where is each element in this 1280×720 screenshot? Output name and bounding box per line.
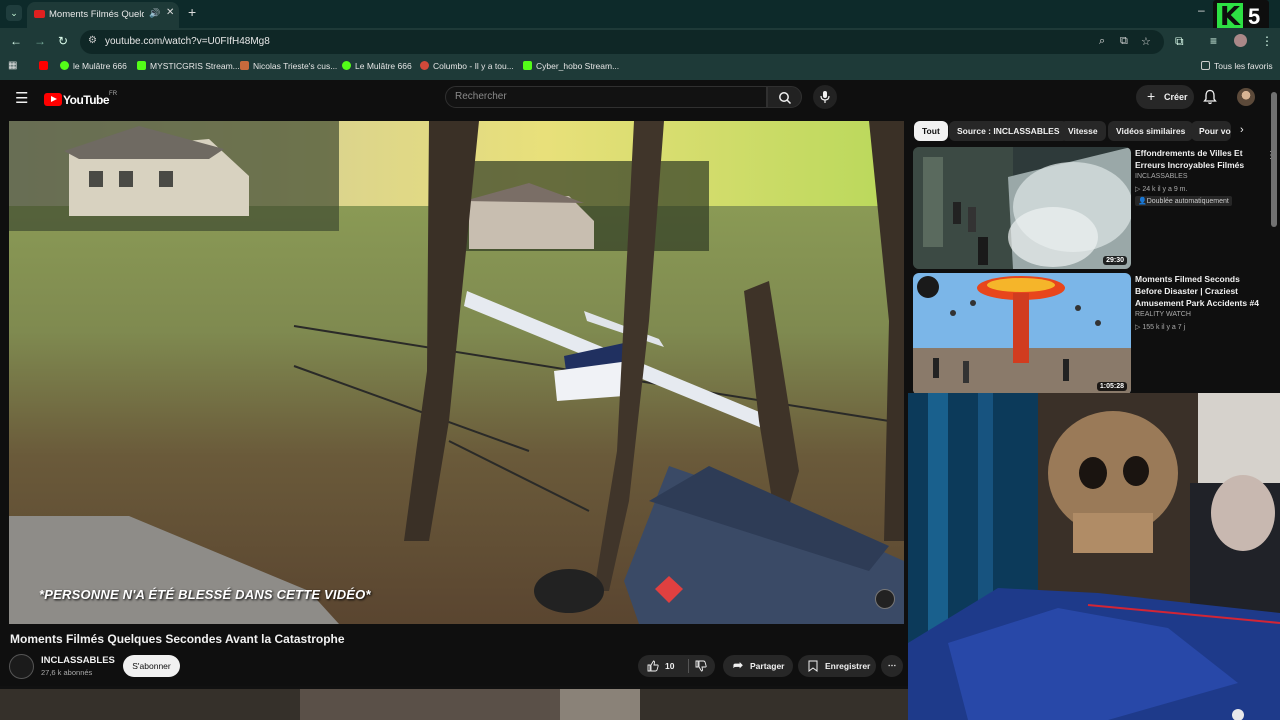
page-scrollbar[interactable] bbox=[1271, 92, 1277, 227]
browser-toolbar: ← → ↻ ⚙ youtube.com/watch?v=U0FIfH48Mg8 … bbox=[0, 28, 1280, 56]
video-frame-image bbox=[9, 121, 904, 624]
youtube-logo[interactable]: YouTubeFR bbox=[44, 91, 117, 109]
thumbs-down-icon[interactable] bbox=[695, 660, 707, 672]
microphone-icon bbox=[820, 91, 830, 103]
bookmark-item[interactable]: Columbo - Il y a tou... bbox=[420, 61, 514, 71]
recommendation-meta: ▷ 155 k il y a 7 j bbox=[1135, 324, 1186, 331]
bookmark-star-icon[interactable]: ☆ bbox=[1141, 35, 1151, 48]
subscriber-count: 27,6 k abonnés bbox=[41, 668, 93, 677]
chip-speed[interactable]: Vitesse bbox=[1060, 121, 1106, 141]
thumbnail-image bbox=[913, 147, 1131, 269]
video-title: Moments Filmés Quelques Secondes Avant l… bbox=[10, 632, 345, 646]
recommendation-channel[interactable]: INCLASSABLES bbox=[1135, 173, 1188, 180]
speaker-icon[interactable]: 🔊 bbox=[149, 8, 160, 19]
site-info-icon[interactable]: ⚙ bbox=[88, 35, 97, 46]
auto-dubbed-badge: 👤Doublée automatiquement bbox=[1135, 196, 1232, 206]
chevron-right-icon[interactable]: › bbox=[1240, 124, 1244, 136]
thumbs-up-icon[interactable] bbox=[647, 660, 659, 672]
recommendation-thumbnail[interactable]: 1:05:28 bbox=[913, 273, 1131, 395]
like-dislike-group: 10 bbox=[638, 655, 715, 677]
tab-search-button[interactable]: ⌄ bbox=[6, 5, 22, 21]
new-tab-button[interactable]: + bbox=[188, 4, 196, 20]
reload-icon[interactable]: ↻ bbox=[58, 34, 68, 48]
video-duration: 29:30 bbox=[1103, 256, 1127, 265]
profile-avatar-icon[interactable] bbox=[1234, 34, 1247, 47]
reading-list-icon[interactable]: ≡ bbox=[1210, 34, 1217, 48]
youtube-header: ☰ YouTubeFR + Créer bbox=[0, 80, 1280, 116]
share-button[interactable]: ➦ Partager bbox=[723, 655, 793, 677]
folder-icon bbox=[1201, 61, 1210, 70]
browser-tab-strip: ⌄ Moments Filmés Quelques Secondes Avant… bbox=[0, 0, 1280, 28]
bookmark-save-icon bbox=[808, 660, 818, 672]
subscribe-button[interactable]: S'abonner bbox=[123, 655, 180, 677]
webcam-image bbox=[908, 393, 1280, 720]
hamburger-menu-icon[interactable]: ☰ bbox=[15, 89, 28, 107]
kick-icon bbox=[137, 61, 146, 70]
tab-title: Moments Filmés Quelques Secondes Avant l… bbox=[49, 9, 144, 20]
video-player[interactable]: *PERSONNE N'A ÉTÉ BLESSÉ DANS CETTE VIDÉ… bbox=[9, 121, 904, 624]
recommendation-meta: ▷ 24 k il y a 9 m. bbox=[1135, 186, 1188, 193]
video-duration: 1:05:28 bbox=[1096, 382, 1127, 391]
extensions-icon[interactable]: ⧉ bbox=[1175, 34, 1184, 49]
url-text[interactable]: youtube.com/watch?v=U0FIfH48Mg8 bbox=[105, 36, 270, 47]
rumble-icon bbox=[342, 61, 351, 70]
background-image bbox=[0, 686, 908, 720]
cast-icon[interactable]: ⧉ bbox=[1120, 35, 1128, 48]
create-button[interactable]: + Créer bbox=[1136, 85, 1194, 109]
person-voice-icon: 👤 bbox=[1138, 198, 1147, 205]
search-button[interactable] bbox=[767, 86, 802, 108]
more-actions-icon[interactable]: ⋯ bbox=[881, 655, 903, 677]
youtube-icon bbox=[39, 61, 48, 70]
bookmark-youtube[interactable] bbox=[39, 61, 52, 71]
deer-icon bbox=[240, 61, 249, 70]
browser-menu-icon[interactable]: ⋮ bbox=[1261, 34, 1273, 48]
voice-search-button[interactable] bbox=[813, 85, 837, 109]
back-arrow-icon[interactable]: ← bbox=[10, 34, 22, 48]
bookmark-item[interactable]: MYSTICGRIS Stream... bbox=[137, 61, 240, 71]
channel-name[interactable]: INCLASSABLES bbox=[41, 655, 115, 666]
tab-close-icon[interactable]: ✕ bbox=[166, 7, 174, 18]
recommendation-channel[interactable]: REALITY WATCH bbox=[1135, 311, 1191, 318]
plus-icon: + bbox=[1147, 88, 1156, 104]
recommendation-thumbnail[interactable]: 29:30 bbox=[913, 147, 1131, 269]
kick-icon bbox=[523, 61, 532, 70]
recommendation-title[interactable]: Moments Filmed Seconds Before Disaster |… bbox=[1135, 273, 1265, 309]
address-bar[interactable]: ⚙ youtube.com/watch?v=U0FIfH48Mg8 ⌕ ⧉ ☆ bbox=[80, 30, 1164, 54]
video-caption-overlay: *PERSONNE N'A ÉTÉ BLESSÉ DANS CETTE VIDÉ… bbox=[39, 587, 371, 602]
channel-watermark-icon[interactable] bbox=[875, 589, 895, 609]
rumble-icon bbox=[60, 61, 69, 70]
bookmark-item[interactable]: Le Mulâtre 666 bbox=[342, 61, 412, 71]
chip-similar[interactable]: Vidéos similaires bbox=[1108, 121, 1194, 141]
columbo-icon bbox=[420, 61, 429, 70]
bookmark-item[interactable]: Cyber_hobo Stream... bbox=[523, 61, 619, 71]
forward-arrow-icon[interactable]: → bbox=[34, 34, 46, 48]
notifications-bell-icon[interactable] bbox=[1203, 89, 1217, 105]
bookmark-item[interactable]: le Mulâtre 666 bbox=[60, 61, 127, 71]
recommendation-title[interactable]: Effondrements de Villes Et Erreurs Incro… bbox=[1135, 147, 1265, 171]
share-arrow-icon: ➦ bbox=[733, 658, 744, 672]
zoom-icon[interactable]: ⌕ bbox=[1099, 35, 1105, 48]
minimize-window-button[interactable]: – bbox=[1198, 3, 1205, 17]
user-avatar[interactable] bbox=[1237, 88, 1255, 106]
like-count[interactable]: 10 bbox=[665, 661, 674, 671]
chip-for-you[interactable]: Pour vous bbox=[1191, 121, 1231, 141]
thumbnail-image bbox=[913, 273, 1131, 395]
youtube-favicon-icon bbox=[34, 10, 45, 18]
browser-tab-active[interactable]: Moments Filmés Quelques Secondes Avant l… bbox=[27, 2, 179, 28]
chip-source[interactable]: Source : INCLASSABLES bbox=[949, 121, 1068, 141]
kick-logo-number: 5 bbox=[1248, 4, 1261, 29]
all-bookmarks[interactable]: Tous les favoris bbox=[1201, 61, 1273, 71]
description-area bbox=[0, 686, 908, 720]
chip-all[interactable]: Tout bbox=[914, 121, 948, 141]
webcam-overlay bbox=[908, 393, 1280, 720]
search-box[interactable] bbox=[445, 86, 767, 108]
search-icon bbox=[778, 92, 791, 105]
save-button[interactable]: Enregistrer bbox=[798, 655, 876, 677]
bookmark-item[interactable]: Nicolas Trieste's cus... bbox=[240, 61, 337, 71]
apps-grid-icon[interactable]: ▦ bbox=[8, 60, 17, 71]
bookmarks-bar: ▦ le Mulâtre 666 MYSTICGRIS Stream... Ni… bbox=[0, 56, 1280, 80]
search-input[interactable] bbox=[455, 91, 755, 102]
channel-avatar[interactable] bbox=[9, 654, 34, 679]
youtube-play-icon bbox=[44, 93, 62, 107]
